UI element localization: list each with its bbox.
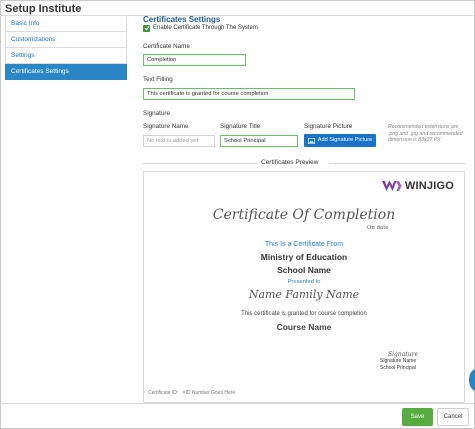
sidebar: Basic Info Customizations Settings Certi… bbox=[5, 15, 127, 80]
course-name: Course Name bbox=[276, 322, 332, 332]
signature-title-label: Signature Title bbox=[220, 123, 261, 130]
signature-name-label: Signature Name bbox=[143, 123, 189, 130]
brand-logo-text: WINJIGO bbox=[404, 180, 454, 192]
image-icon bbox=[307, 137, 315, 144]
sidebar-item-certificates-settings[interactable]: Certificates Settings bbox=[5, 64, 127, 80]
signature-title: School Principal bbox=[380, 364, 416, 371]
text-filling-label: Text Filling bbox=[143, 76, 173, 83]
certificate-name-label: Certificate Name bbox=[143, 43, 190, 50]
signature-section-label: Signature bbox=[143, 110, 170, 117]
certificate-body-text: This certificate is granted for course c… bbox=[241, 311, 367, 317]
signature-picture-label: Signature Picture bbox=[304, 123, 353, 130]
certificate-name-input[interactable]: Completion bbox=[143, 54, 246, 66]
upload-hint: Recommended extensions are .png and .jpg… bbox=[388, 124, 463, 144]
page-title: Setup Institute bbox=[5, 3, 82, 15]
divider bbox=[329, 163, 465, 164]
enable-certificate-checkbox[interactable] bbox=[143, 24, 150, 32]
certificate-preview: WINJIGO Certificate Of Completion On dat… bbox=[143, 171, 465, 403]
sidebar-item-customizations[interactable]: Customizations bbox=[5, 32, 127, 48]
certificate-school: School Name bbox=[277, 265, 331, 275]
certificate-from-text: This Is a Certificate From bbox=[264, 241, 344, 248]
add-signature-picture-label: Add Signature Picture bbox=[317, 137, 373, 143]
sidebar-item-settings[interactable]: Settings bbox=[5, 48, 127, 64]
sidebar-item-basic-info[interactable]: Basic Info bbox=[5, 15, 127, 32]
divider bbox=[0, 403, 475, 404]
signature-name-input[interactable]: No text is added yet bbox=[143, 135, 215, 147]
certificate-id-label: Certificate ID: bbox=[148, 390, 179, 396]
cancel-button[interactable]: Cancel bbox=[437, 408, 469, 426]
enable-certificate-label: Enable Certificate Through The System bbox=[153, 25, 258, 31]
add-signature-picture-button[interactable]: Add Signature Picture bbox=[304, 134, 376, 147]
certificate-id: Certificate ID: #ID Number Goes Here bbox=[148, 390, 235, 396]
text-filling-input[interactable]: This certificate is granted for course c… bbox=[143, 88, 355, 100]
recipient-name: Name Family Name bbox=[248, 288, 360, 301]
save-button[interactable]: Save bbox=[402, 408, 433, 426]
certificate-id-value: #ID Number Goes Here bbox=[182, 390, 236, 396]
signature-title-input[interactable]: School Principal bbox=[220, 135, 298, 147]
certificate-script-title: Certificate Of Completion bbox=[212, 207, 396, 223]
check-icon bbox=[144, 26, 150, 31]
signature-image: Signature bbox=[388, 351, 419, 358]
certificates-preview-title: Certificates Preview bbox=[261, 159, 319, 166]
signature-block: Signature Signature Name School Principa… bbox=[380, 351, 450, 371]
enable-certificate-row: Enable Certificate Through The System bbox=[143, 23, 258, 33]
certificate-issuer: Ministry of Education bbox=[260, 252, 348, 262]
certificate-date: On date bbox=[367, 225, 389, 231]
divider bbox=[143, 163, 258, 164]
brand-logo: WINJIGO bbox=[381, 180, 454, 192]
presented-to-text: Presented to bbox=[287, 279, 321, 285]
winjigo-logo-icon bbox=[381, 180, 402, 191]
